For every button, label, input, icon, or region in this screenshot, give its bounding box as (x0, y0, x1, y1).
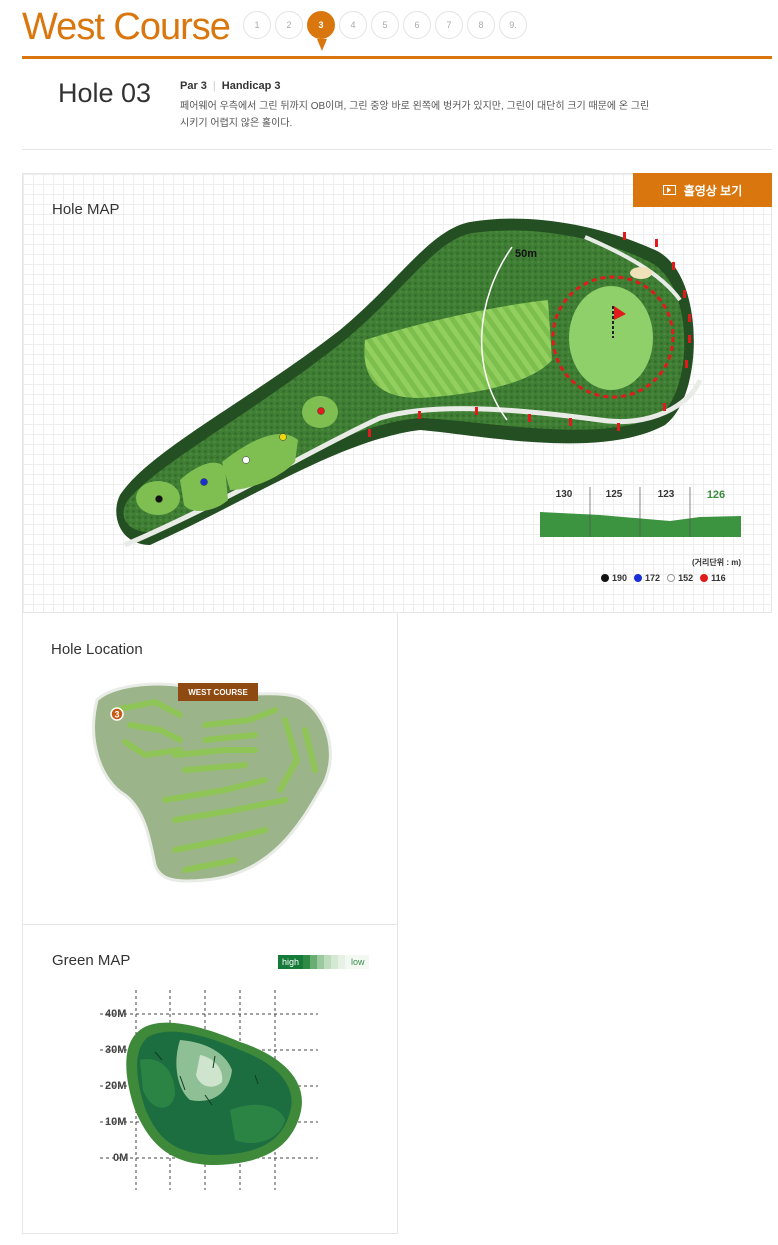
hole-map-illustration: 50m (116, 218, 741, 548)
slope-swatch (310, 955, 318, 969)
hole-location-number: 3 (114, 710, 119, 720)
green-y-label: 40M (105, 1008, 127, 1020)
course-location-map: 3 (92, 682, 332, 883)
tee-legend-value: 172 (645, 573, 661, 583)
tee-marker-yellow (279, 433, 287, 441)
slope-swatch (331, 955, 339, 969)
green-y-label: 20M (105, 1080, 127, 1092)
distance-unit-label: (거리단위 : m) (692, 558, 741, 567)
blue-tee-icon (634, 574, 643, 582)
slope-swatches (303, 955, 346, 969)
tee-legend-item: 172 (634, 573, 660, 583)
hole-location-title: Hole Location (51, 641, 143, 658)
elevation-distance: 126 (706, 489, 726, 501)
tee-legend-value: 190 (612, 573, 628, 583)
tee-legend-item: 190 (601, 573, 627, 583)
slope-swatch (303, 955, 311, 969)
slope-swatch (317, 955, 325, 969)
white-tee-icon (667, 574, 676, 582)
tee-legend-value: 116 (711, 573, 726, 583)
green-slope-map (100, 990, 318, 1190)
slope-legend: high low (278, 955, 369, 969)
tee-legend-value: 152 (678, 573, 694, 583)
tee-legend: 190 172 152 116 (601, 573, 726, 583)
red-tee-icon (700, 574, 709, 582)
tee-legend-item: 152 (667, 573, 693, 583)
elevation-distance: 125 (605, 489, 623, 500)
green-y-label: 10M (105, 1116, 127, 1128)
black-tee-icon (601, 574, 609, 582)
elevation-distance: 123 (657, 489, 675, 500)
tee-marker-red (317, 407, 325, 415)
elevation-profile (540, 512, 741, 537)
slope-swatch (324, 955, 332, 969)
green-y-label: 30M (105, 1044, 127, 1056)
tee-marker-black (155, 495, 163, 503)
distance-marker-label: 50m (515, 248, 537, 260)
slope-legend-low: low (345, 955, 369, 969)
slope-legend-high: high (278, 955, 304, 969)
tee-legend-item: 116 (700, 573, 726, 583)
elevation-distance: 130 (555, 489, 573, 500)
green-map-title: Green MAP (52, 952, 131, 969)
tee-marker-white (242, 456, 250, 464)
slope-swatch (338, 955, 346, 969)
green-y-label: 0M (113, 1152, 129, 1164)
tee-marker-blue (200, 478, 208, 486)
west-course-badge: WEST COURSE (178, 683, 258, 701)
